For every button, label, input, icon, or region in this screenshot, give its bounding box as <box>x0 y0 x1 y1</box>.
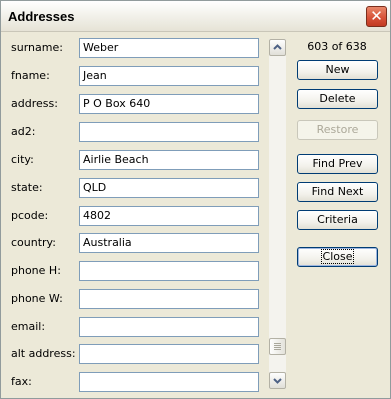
find-next-button[interactable]: Find Next <box>297 182 378 202</box>
criteria-button[interactable]: Criteria <box>297 210 378 230</box>
country-label: country: <box>11 236 56 249</box>
state-label: state: <box>11 181 43 194</box>
phone-work-label: phone W: <box>11 292 63 305</box>
record-counter: 603 of 638 <box>307 40 367 53</box>
thumb-grip-line <box>274 343 281 344</box>
phone-home-field[interactable] <box>79 261 259 281</box>
state-field[interactable]: QLD <box>79 178 259 198</box>
fname-label: fname: <box>11 69 50 82</box>
fax-field[interactable] <box>79 372 259 392</box>
new-button[interactable]: New <box>297 60 378 80</box>
phone-home-label: phone H: <box>11 264 61 277</box>
find-prev-button[interactable]: Find Prev <box>297 154 378 174</box>
phone-work-field[interactable] <box>79 289 259 309</box>
scroll-thumb[interactable] <box>269 338 286 355</box>
surname-label: surname: <box>11 41 63 54</box>
fname-field[interactable]: Jean <box>79 66 259 86</box>
email-field[interactable] <box>79 317 259 337</box>
ad2-field[interactable] <box>79 122 259 142</box>
address-field[interactable]: P O Box 640 <box>79 94 259 114</box>
country-field[interactable]: Australia <box>79 233 259 253</box>
restore-button[interactable]: Restore <box>297 120 378 140</box>
close-button-label: Close <box>320 249 355 264</box>
close-window-button[interactable]: ✕ <box>366 6 387 27</box>
address-label: address: <box>11 97 58 110</box>
email-label: email: <box>11 320 46 333</box>
title-bar[interactable]: Addresses ✕ <box>1 1 390 32</box>
delete-button[interactable]: Delete <box>297 89 378 109</box>
fax-label: fax: <box>11 375 32 388</box>
scroll-up-button[interactable] <box>269 39 286 56</box>
pcode-label: pcode: <box>11 209 49 222</box>
city-label: city: <box>11 153 34 166</box>
window-title: Addresses <box>8 9 75 24</box>
alt-address-field[interactable] <box>79 344 259 364</box>
addresses-window: Addresses ✕ surname: Weber fname: Jean a… <box>0 0 391 399</box>
thumb-grip-line <box>274 349 281 350</box>
close-button[interactable]: Close <box>297 247 378 267</box>
pcode-field[interactable]: 4802 <box>79 206 259 226</box>
thumb-grip-line <box>274 345 281 346</box>
scroll-down-button[interactable] <box>269 372 286 389</box>
ad2-label: ad2: <box>11 125 36 138</box>
alt-address-label: alt address: <box>11 347 76 360</box>
close-icon: ✕ <box>370 7 383 25</box>
thumb-grip-line <box>274 347 281 348</box>
form-scrollbar[interactable] <box>269 39 286 389</box>
city-field[interactable]: Airlie Beach <box>79 150 259 170</box>
chevron-down-icon <box>273 378 282 384</box>
surname-field[interactable]: Weber <box>79 38 259 58</box>
chevron-up-icon <box>273 44 282 50</box>
